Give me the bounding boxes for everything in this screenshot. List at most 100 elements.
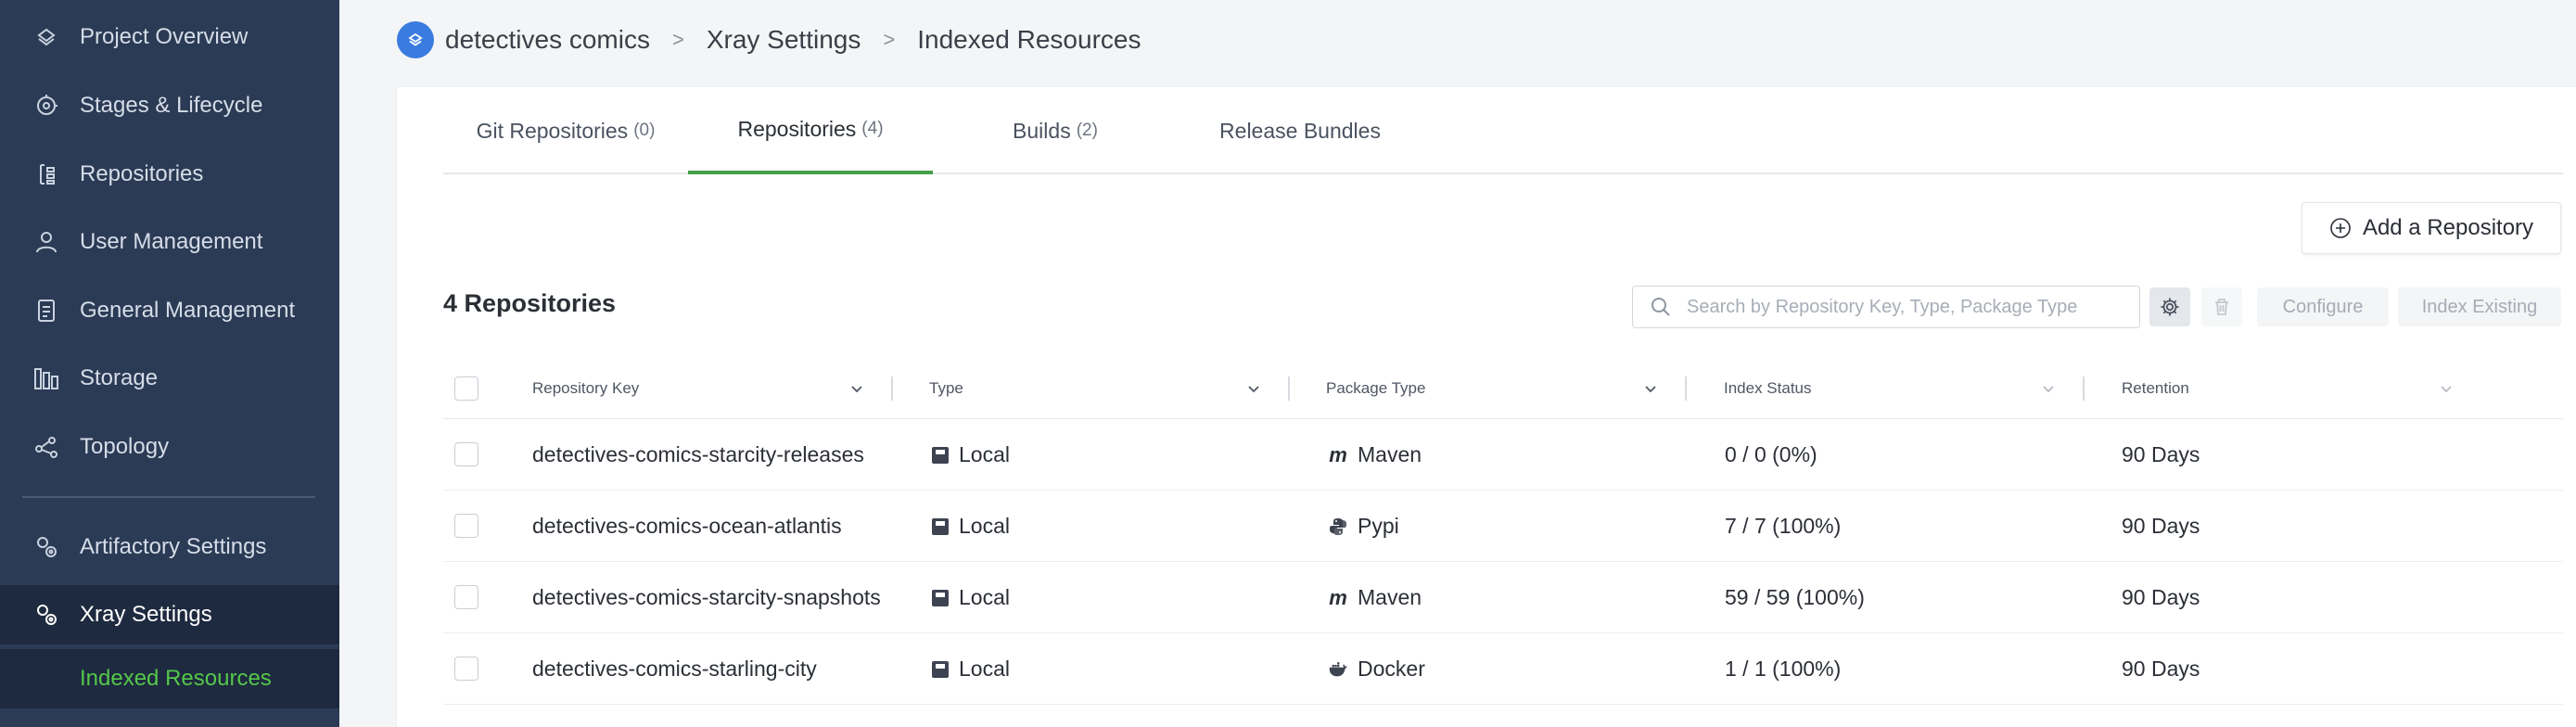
- type-cell: Local: [931, 562, 1010, 633]
- sidebar-divider: [22, 496, 315, 498]
- tab-builds[interactable]: Builds (2): [933, 87, 1178, 174]
- sidebar-item-xray-settings[interactable]: Xray Settings: [0, 585, 339, 644]
- sidebar-item-user-management[interactable]: User Management: [0, 212, 339, 272]
- package-label: Maven: [1358, 585, 1422, 609]
- tab-release-bundles[interactable]: Release Bundles: [1178, 87, 1422, 174]
- chevron-down-icon: [2441, 386, 2452, 393]
- sidebar-item-artifactory-settings[interactable]: Artifactory Settings: [0, 517, 339, 577]
- column-header-repository-key[interactable]: Repository Key: [532, 358, 872, 419]
- local-repo-icon: [932, 517, 949, 535]
- table-row[interactable]: detectives-comics-starcity-releases Loca…: [443, 419, 2563, 491]
- tab-label: Builds: [1013, 118, 1071, 143]
- package-type-cell: m Maven: [1328, 562, 1422, 633]
- index-status-cell: 0 / 0 (0%): [1725, 442, 1817, 466]
- plus-circle-icon: [2330, 218, 2351, 238]
- index-status-cell: 1 / 1 (100%): [1725, 657, 1842, 681]
- row-checkbox[interactable]: [454, 657, 478, 681]
- retention-cell: 90 Days: [2122, 442, 2200, 466]
- breadcrumb-project[interactable]: detectives comics: [445, 25, 650, 55]
- repository-key-cell[interactable]: detectives-comics-starling-city: [532, 633, 817, 705]
- chevron-down-icon: [851, 386, 862, 393]
- index-existing-button[interactable]: Index Existing: [2398, 287, 2561, 326]
- user-icon: [32, 227, 61, 257]
- repository-key-cell[interactable]: detectives-comics-starcity-releases: [532, 419, 864, 491]
- package-type-cell: Pypi: [1328, 491, 1399, 562]
- type-cell: Local: [931, 633, 1010, 705]
- row-checkbox[interactable]: [454, 585, 478, 609]
- repository-key-cell[interactable]: detectives-comics-ocean-atlantis: [532, 491, 842, 562]
- trash-icon: [2215, 299, 2228, 315]
- add-repository-label: Add a Repository: [2362, 215, 2534, 240]
- table-row[interactable]: detectives-comics-ocean-atlantis Local P…: [443, 491, 2563, 562]
- column-divider: [891, 376, 893, 401]
- tab-label: Repositories: [737, 116, 857, 141]
- chevron-down-icon: [1645, 386, 1656, 393]
- settings-gears-icon: [32, 532, 61, 562]
- sidebar-item-label: Storage: [80, 365, 159, 390]
- sidebar-item-project-overview[interactable]: Project Overview: [0, 7, 339, 67]
- sidebar-item-label: Topology: [80, 434, 170, 459]
- breadcrumb-section[interactable]: Xray Settings: [707, 25, 861, 55]
- tab-git-repositories[interactable]: Git Repositories (0): [443, 87, 688, 174]
- sidebar-item-label: Stages & Lifecycle: [80, 93, 263, 118]
- type-cell: Local: [931, 491, 1010, 562]
- sidebar-item-label: General Management: [80, 298, 296, 323]
- retention-cell: 90 Days: [2122, 514, 2200, 538]
- table-row[interactable]: detectives-comics-starcity-snapshots Loc…: [443, 562, 2563, 633]
- tab-repositories[interactable]: Repositories (4): [688, 87, 933, 174]
- document-icon: [32, 296, 61, 325]
- local-repo-icon: [932, 446, 949, 464]
- package-type-cell: m Maven: [1328, 419, 1422, 491]
- add-repository-button[interactable]: Add a Repository: [2302, 202, 2561, 254]
- column-header-label: Type: [929, 379, 963, 397]
- package-label: Maven: [1358, 442, 1422, 466]
- package-label: Docker: [1358, 657, 1425, 681]
- sidebar-subitem-indexed-resources[interactable]: Indexed Resources: [0, 649, 339, 708]
- sidebar-footer: [0, 708, 339, 727]
- retention-cell: 90 Days: [2122, 585, 2200, 609]
- search-icon: [1651, 298, 1670, 316]
- maven-icon: m: [1329, 442, 1347, 466]
- type-label: Local: [959, 657, 1010, 681]
- column-divider: [1288, 376, 1290, 401]
- tab-count: (2): [1076, 121, 1098, 140]
- column-header-type[interactable]: Type: [929, 358, 1269, 419]
- table-row[interactable]: detectives-comics-starling-city Local Do…: [443, 633, 2563, 705]
- search-input[interactable]: [1687, 296, 2123, 318]
- indexed-resources-panel: Git Repositories (0) Repositories (4) Buil…: [397, 87, 2576, 727]
- column-divider: [1685, 376, 1687, 401]
- column-divider: [2083, 376, 2085, 401]
- tab-label: Release Bundles: [1219, 118, 1381, 143]
- repositories-count-title: 4 Repositories: [443, 289, 617, 317]
- sidebar-item-storage[interactable]: Storage: [0, 349, 339, 408]
- sidebar-item-stages-lifecycle[interactable]: Stages & Lifecycle: [0, 76, 339, 135]
- repository-key-cell[interactable]: detectives-comics-starcity-snapshots: [532, 562, 881, 633]
- settings-gears-icon: [32, 600, 61, 630]
- sidebar-item-general-management[interactable]: General Management: [0, 281, 339, 340]
- column-settings-button[interactable]: [2149, 287, 2190, 326]
- repositories-icon: [32, 159, 61, 189]
- sidebar-item-label: Project Overview: [80, 24, 249, 49]
- breadcrumb-separator: >: [671, 28, 684, 51]
- lifecycle-icon: [32, 91, 61, 121]
- delete-button[interactable]: [2201, 287, 2242, 326]
- resource-tabs: Git Repositories (0) Repositories (4) Buil…: [443, 87, 2563, 174]
- search-box[interactable]: [1632, 286, 2140, 328]
- breadcrumb: detectives comics > Xray Settings > Inde…: [397, 20, 1141, 59]
- topology-icon: [32, 432, 61, 462]
- docker-icon: [1328, 659, 1348, 680]
- select-all-checkbox[interactable]: [454, 376, 478, 401]
- column-header-retention[interactable]: Retention: [2122, 358, 2461, 419]
- column-header-label: Package Type: [1326, 379, 1426, 397]
- row-checkbox[interactable]: [454, 442, 478, 466]
- sidebar-item-topology[interactable]: Topology: [0, 417, 339, 477]
- row-checkbox[interactable]: [454, 514, 478, 538]
- breadcrumb-separator: >: [883, 28, 896, 51]
- column-header-package-type[interactable]: Package Type: [1326, 358, 1665, 419]
- tab-count: (0): [633, 121, 656, 140]
- project-badge-icon[interactable]: [397, 21, 434, 58]
- layers-icon: [32, 22, 61, 52]
- configure-button[interactable]: Configure: [2257, 287, 2389, 326]
- sidebar-item-repositories[interactable]: Repositories: [0, 145, 339, 204]
- column-header-index-status[interactable]: Index Status: [1724, 358, 2063, 419]
